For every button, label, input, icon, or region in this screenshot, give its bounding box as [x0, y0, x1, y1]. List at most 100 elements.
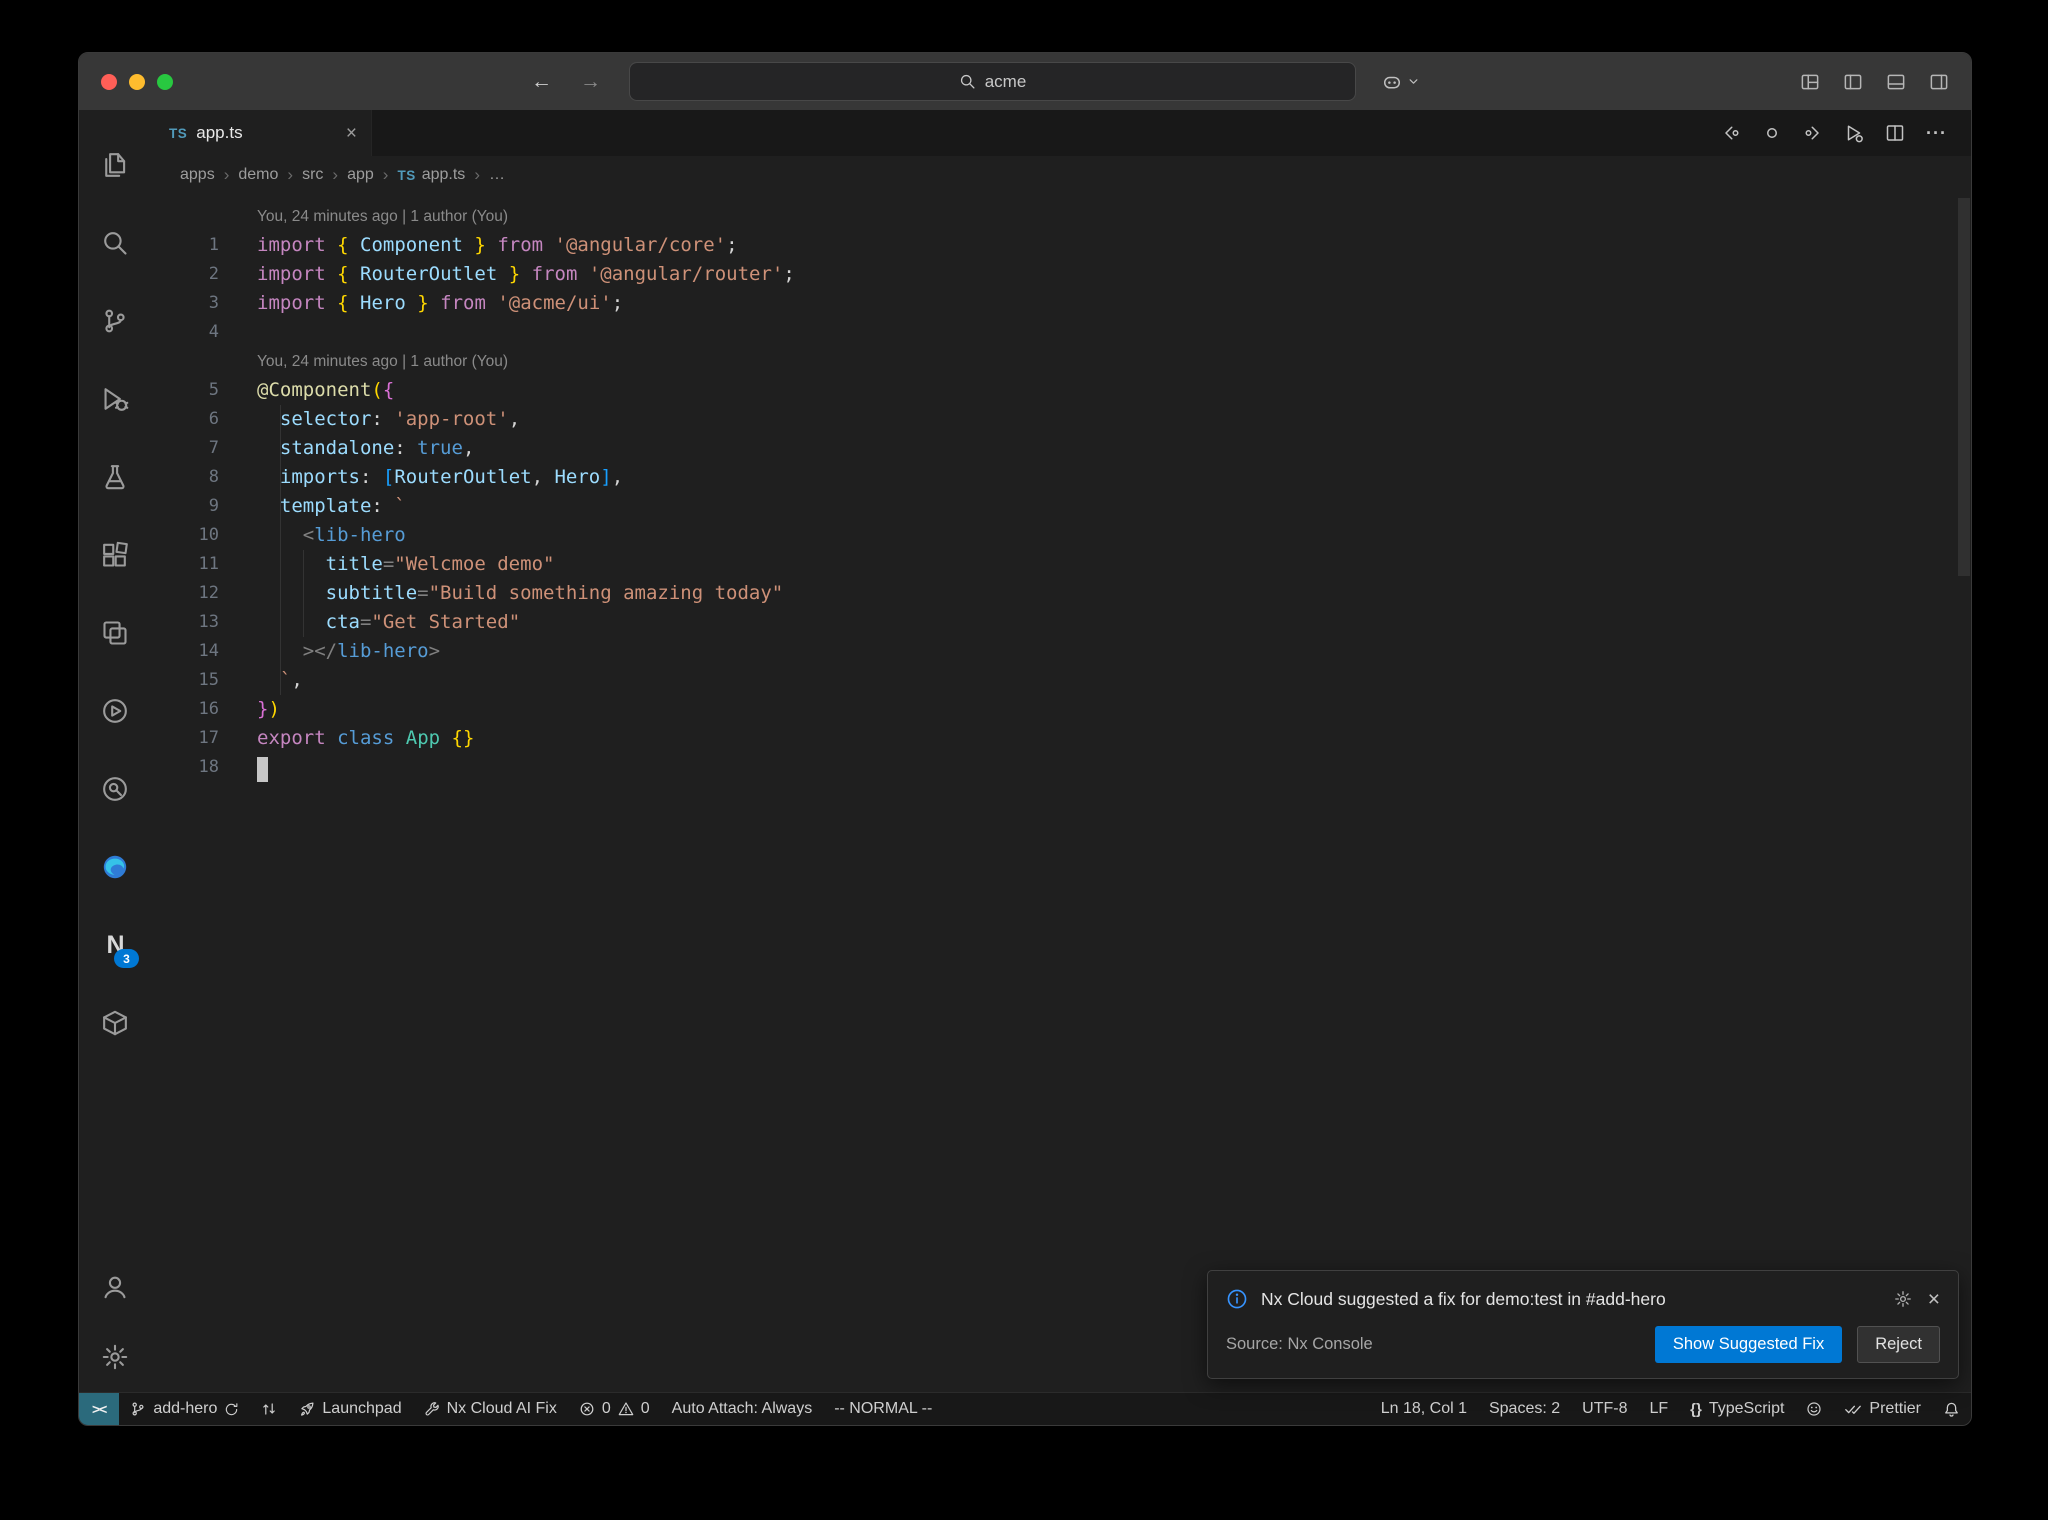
code-line[interactable]: 11 title="Welcmoe demo" — [151, 550, 1971, 579]
editor-group: TS app.ts × ··· apps › demo › src › app … — [151, 110, 1971, 1392]
open-previous-change-icon[interactable] — [1721, 123, 1741, 143]
sidebar-item-containers[interactable] — [79, 984, 151, 1062]
toggle-panel-button[interactable] — [1886, 72, 1906, 92]
open-next-change-icon[interactable] — [1803, 123, 1823, 143]
run-or-debug-icon[interactable] — [1844, 123, 1864, 143]
package-cube-icon — [101, 1009, 129, 1037]
gitlens-launchpad[interactable]: Launchpad — [288, 1393, 412, 1425]
settings-button[interactable] — [79, 1322, 151, 1392]
breadcrumb-file-label: app.ts — [421, 166, 466, 183]
split-editor-icon[interactable] — [1885, 123, 1905, 143]
compare-changes-button[interactable] — [250, 1393, 288, 1425]
nx-cloud-ai-fix[interactable]: Nx Cloud AI Fix — [413, 1393, 568, 1425]
sidebar-item-extensions[interactable] — [79, 516, 151, 594]
code-lines: You, 24 minutes ago | 1 author (You) 1 imp… — [151, 202, 1971, 782]
code-text: imports: [RouterOutlet, Hero], — [279, 466, 624, 488]
blame-annotation-line: You, 24 minutes ago | 1 author (You) — [151, 202, 1971, 231]
sidebar-item-run-debug[interactable] — [79, 360, 151, 438]
close-window-button[interactable] — [101, 73, 117, 90]
breadcrumb-item-apps[interactable]: apps — [180, 166, 215, 184]
warning-count: 0 — [640, 1400, 650, 1417]
encoding-status[interactable]: UTF-8 — [1571, 1393, 1638, 1425]
problems-status[interactable]: 0 0 — [568, 1393, 661, 1425]
rocket-icon — [299, 1401, 315, 1417]
code-line[interactable]: 7 standalone: true, — [151, 434, 1971, 463]
command-center-search[interactable]: acme — [629, 62, 1356, 101]
code-line[interactable]: 12 subtitle="Build something amazing tod… — [151, 579, 1971, 608]
code-line[interactable]: 16}) — [151, 695, 1971, 724]
notifications-bell[interactable] — [1932, 1393, 1971, 1425]
sidebar-item-search[interactable] — [79, 204, 151, 282]
code-line[interactable]: 4 — [151, 318, 1971, 347]
chevron-down-icon — [1406, 74, 1421, 89]
sidebar-item-testing[interactable] — [79, 438, 151, 516]
language-mode[interactable]: {} TypeScript — [1679, 1393, 1795, 1425]
code-line[interactable]: 6 selector: 'app-root', — [151, 405, 1971, 434]
code-text: }) — [257, 698, 280, 720]
copilot-menu-button[interactable] — [1382, 72, 1421, 92]
scrollbar-thumb[interactable] — [1958, 198, 1970, 576]
breadcrumb-item-src[interactable]: src — [302, 166, 323, 184]
show-suggested-fix-button[interactable]: Show Suggested Fix — [1654, 1326, 1843, 1363]
code-text: cta="Get Started" — [325, 611, 521, 633]
language-label: TypeScript — [1708, 1400, 1785, 1417]
code-line[interactable]: 15 `, — [151, 666, 1971, 695]
remote-indicator[interactable]: >< — [79, 1393, 120, 1425]
close-tab-icon[interactable]: × — [346, 124, 357, 143]
code-line[interactable]: 8 imports: [RouterOutlet, Hero], — [151, 463, 1971, 492]
sidebar-item-nx-console[interactable]: N 3 — [79, 906, 151, 984]
customize-layout-button[interactable] — [1800, 72, 1820, 92]
feedback-button[interactable] — [1795, 1393, 1833, 1425]
code-line[interactable]: 3 import { Hero } from '@acme/ui'; — [151, 289, 1971, 318]
more-actions-icon[interactable]: ··· — [1926, 123, 1947, 144]
sidebar-item-source-control[interactable] — [79, 282, 151, 360]
accounts-button[interactable] — [79, 1252, 151, 1322]
sidebar-item-edge-devtools[interactable] — [79, 828, 151, 906]
code-line[interactable]: 14 ></lib-hero> — [151, 637, 1971, 666]
branch-status[interactable]: add-hero — [119, 1393, 250, 1425]
line-number: 6 — [208, 409, 219, 429]
search-icon — [959, 73, 976, 90]
formatter-status[interactable]: Prettier — [1833, 1393, 1932, 1425]
breadcrumb-symbol-picker[interactable]: … — [489, 166, 505, 184]
code-line[interactable]: 18 — [151, 753, 1971, 782]
code-text: ></lib-hero> — [302, 640, 441, 662]
code-line[interactable]: 5 @Component({ — [151, 376, 1971, 405]
breadcrumb-item-app[interactable]: app — [347, 166, 374, 184]
breadcrumb-item-file[interactable]: TS app.ts — [397, 166, 465, 184]
maximize-window-button[interactable] — [157, 73, 173, 90]
tab-app-ts[interactable]: TS app.ts × — [151, 110, 372, 156]
code-text: title="Welcmoe demo" — [325, 553, 555, 575]
inspect-magnifier-icon — [101, 775, 129, 803]
minimize-window-button[interactable] — [129, 73, 145, 90]
nx-fix-label: Nx Cloud AI Fix — [446, 1400, 557, 1417]
code-line[interactable]: 10 <lib-hero — [151, 521, 1971, 550]
code-line[interactable]: 13 cta="Get Started" — [151, 608, 1971, 637]
eol-status[interactable]: LF — [1638, 1393, 1679, 1425]
breadcrumb-item-demo[interactable]: demo — [238, 166, 278, 184]
navigate-forward-icon[interactable]: → — [580, 70, 601, 94]
code-line[interactable]: 9 template: ` — [151, 492, 1971, 521]
sidebar-item-remote-explorer[interactable] — [79, 594, 151, 672]
sidebar-item-gitlens-inspect[interactable] — [79, 750, 151, 828]
code-line[interactable]: 1 import { Component } from '@angular/cor… — [151, 231, 1971, 260]
breadcrumb-separator: › — [223, 165, 230, 184]
sidebar-item-run-tasks[interactable] — [79, 672, 151, 750]
indentation-status[interactable]: Spaces: 2 — [1478, 1393, 1571, 1425]
notification-settings-gear-icon[interactable] — [1894, 1290, 1912, 1308]
auto-attach-label: Auto Attach: Always — [671, 1400, 813, 1417]
code-line[interactable]: 2 import { RouterOutlet } from '@angular/… — [151, 260, 1971, 289]
activity-bar: N 3 — [79, 110, 151, 1392]
notification-close-icon[interactable]: × — [1928, 1289, 1940, 1310]
navigate-back-icon[interactable]: ← — [531, 70, 552, 94]
cursor-position[interactable]: Ln 18, Col 1 — [1370, 1393, 1478, 1425]
auto-attach-status[interactable]: Auto Attach: Always — [661, 1393, 824, 1425]
toggle-blame-icon[interactable] — [1762, 123, 1782, 143]
code-line[interactable]: 17 export class App {} — [151, 724, 1971, 753]
toggle-secondary-sidebar-button[interactable] — [1929, 72, 1949, 92]
code-editor[interactable]: You, 24 minutes ago | 1 author (You) 1 imp… — [151, 194, 1971, 1392]
sidebar-item-explorer[interactable] — [79, 126, 151, 204]
vim-mode-indicator[interactable]: -- NORMAL -- — [823, 1393, 943, 1425]
toggle-primary-sidebar-button[interactable] — [1843, 72, 1863, 92]
reject-button[interactable]: Reject — [1857, 1326, 1940, 1363]
